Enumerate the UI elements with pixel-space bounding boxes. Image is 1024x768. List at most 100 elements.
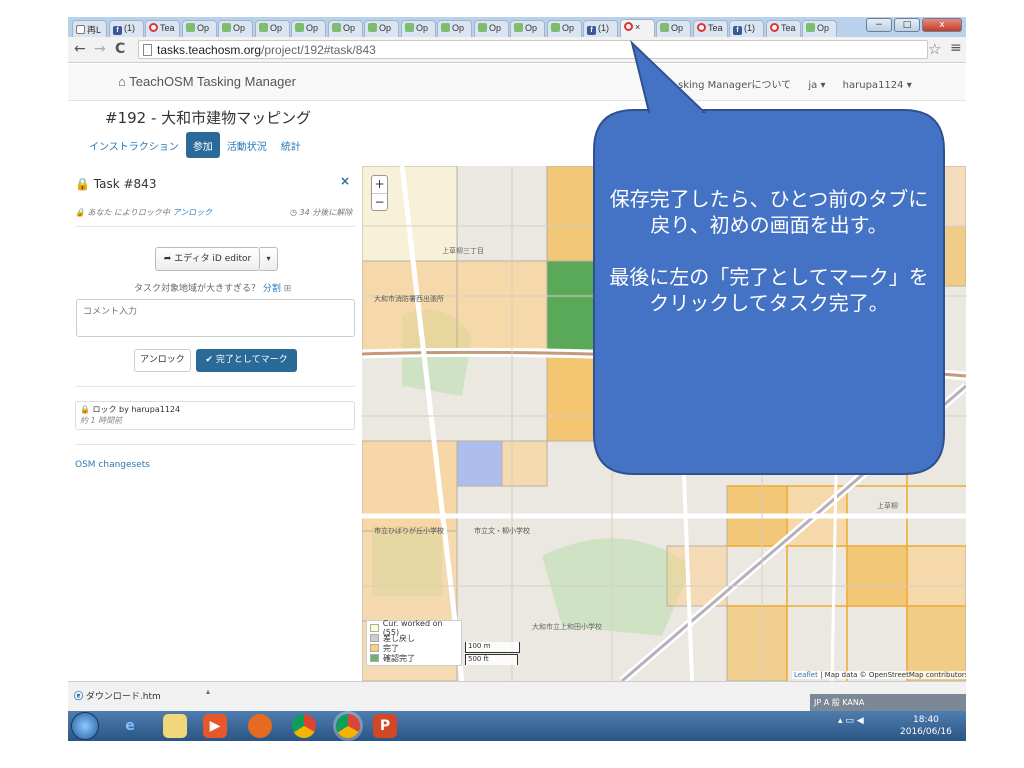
tab-contribute[interactable]: 参加 <box>185 132 220 158</box>
back-button[interactable]: ← <box>74 41 86 57</box>
legend-row: Cur. worked on (55) <box>370 619 458 637</box>
firefox-icon[interactable] <box>248 714 272 738</box>
project-tabs: インストラクション 参加 活動状況 統計 <box>82 132 308 158</box>
app-navbar: ⌂ TeachOSM Tasking Manager sking Manager… <box>68 64 966 101</box>
browser-tab[interactable]: Op <box>182 20 217 37</box>
editor-button[interactable]: ➦ エディタ iD editor <box>155 247 260 271</box>
browser-tab[interactable]: Op <box>401 20 436 37</box>
ie-file-icon: ⓔ <box>74 692 84 702</box>
leaflet-link[interactable]: Leaflet <box>794 671 818 679</box>
tab-instructions[interactable]: インストラクション <box>82 132 186 158</box>
url-field[interactable]: tasks.teachosm.org/project/192#task/843 <box>138 40 928 59</box>
unlock-button[interactable]: アンロック <box>134 349 191 372</box>
editor-button-label: エディタ iD editor <box>174 254 252 264</box>
ime-bar[interactable]: JP A 般 KANA <box>810 694 966 711</box>
browser-menu-icon[interactable]: ≡ <box>950 40 962 56</box>
brand-link[interactable]: ⌂ TeachOSM Tasking Manager <box>118 74 296 89</box>
browser-tab-label: (1) <box>744 23 755 33</box>
browser-tab[interactable]: Op <box>255 20 290 37</box>
browser-tab[interactable]: Op <box>218 20 253 37</box>
browser-tab-label: Op <box>379 23 392 33</box>
lock-expiry: ◷ 34 分後に解除 <box>290 207 352 218</box>
browser-tab-label: Op <box>489 23 502 33</box>
lock-icon: 🔒 <box>75 177 90 191</box>
about-link[interactable]: sking Managerについて <box>678 80 791 91</box>
browser-tab[interactable]: f (1) <box>583 20 618 37</box>
browser-tab-label: Op <box>343 23 356 33</box>
doc-tab-icon <box>76 25 85 34</box>
ie-icon[interactable]: e <box>118 714 142 738</box>
map-label: 上草柳三丁目 <box>442 247 484 255</box>
browser-tab[interactable]: Op <box>364 20 399 37</box>
close-window-button[interactable]: x <box>922 18 962 32</box>
osm-tab-icon <box>368 23 377 32</box>
zoom-out-button[interactable]: − <box>372 193 387 210</box>
home-icon: ⌂ <box>118 74 126 89</box>
browser-tab[interactable]: Tea <box>766 20 801 37</box>
map-label: 大和市立上和田小学校 <box>532 623 602 631</box>
browser-tab[interactable]: Op <box>328 20 363 37</box>
browser-tab[interactable]: Op <box>547 20 582 37</box>
zoom-in-button[interactable]: + <box>372 176 387 193</box>
zoom-control: + − <box>371 175 388 211</box>
download-item[interactable]: ⓔ ダウンロード.htm <box>74 687 214 707</box>
map-label: 上草柳 <box>877 502 898 510</box>
language-menu[interactable]: ja ▾ <box>808 80 825 91</box>
clock-time: 18:40 <box>912 715 939 725</box>
browser-tab[interactable]: Tea <box>693 20 728 37</box>
network-icon[interactable]: ▭ <box>845 716 854 726</box>
browser-tab[interactable]: f (1) <box>109 20 144 37</box>
browser-tab[interactable]: Op <box>474 20 509 37</box>
media-player-icon[interactable]: ▶ <box>203 714 227 738</box>
legend-swatch <box>370 624 379 632</box>
close-task-button[interactable]: × <box>340 174 350 188</box>
scale-imperial: 500 ft <box>465 654 518 665</box>
chrome-icon[interactable] <box>292 714 316 738</box>
user-menu[interactable]: harupa1124 ▾ <box>843 80 912 91</box>
system-tray: ▴ ▭ ◀ <box>838 716 864 726</box>
tab-activity[interactable]: 活動状況 <box>220 132 274 158</box>
lock-status-text: あなた によりロック中 <box>87 208 170 217</box>
osm-tab-icon <box>222 23 231 32</box>
browser-tab[interactable]: Tea <box>145 20 180 37</box>
download-menu-button[interactable]: ▴ <box>206 687 210 696</box>
browser-tab[interactable]: f (1) <box>729 20 764 37</box>
browser-tab-label: Tea <box>160 23 175 33</box>
browser-tab-label: Op <box>197 23 210 33</box>
mark-done-button[interactable]: ✔ 完了としてマーク <box>196 349 297 372</box>
minimize-window-button[interactable]: − <box>866 18 892 32</box>
forward-button[interactable]: → <box>94 41 106 57</box>
tab-stats[interactable]: 統計 <box>274 132 308 158</box>
start-button[interactable] <box>71 712 99 740</box>
bookmark-star-icon[interactable]: ☆ <box>928 40 941 58</box>
browser-tab[interactable]: Op <box>291 20 326 37</box>
editor-dropdown-button[interactable]: ▾ <box>260 247 278 271</box>
browser-tab[interactable]: × <box>620 19 655 37</box>
callout-line: 最後に左の「完了としてマーク」をクリックしてタスク完了。 <box>609 265 929 315</box>
maximize-window-button[interactable]: □ <box>894 18 920 32</box>
browser-tab[interactable]: Op <box>656 20 691 37</box>
osm-changesets-link[interactable]: OSM changesets <box>75 460 150 470</box>
chrome-active-icon[interactable] <box>336 714 360 738</box>
window-controls: − □ x <box>866 18 962 32</box>
browser-tab[interactable]: Op <box>802 20 837 37</box>
map-label: 市立ひばりが丘小学校 <box>374 527 444 535</box>
comment-field[interactable] <box>76 299 355 337</box>
tray-up-icon[interactable]: ▴ <box>838 716 843 726</box>
folder-icon[interactable] <box>163 714 187 738</box>
unlock-link[interactable]: アンロック <box>172 208 212 217</box>
volume-icon[interactable]: ◀ <box>857 716 864 726</box>
split-question: タスク対象地域が大きすぎる？ 分割 ⊞ <box>134 281 291 294</box>
browser-tab[interactable]: Op <box>510 20 545 37</box>
history-time: 約 1 時間前 <box>80 416 123 425</box>
mark-done-label: 完了としてマーク <box>215 355 288 365</box>
powerpoint-icon[interactable]: P <box>373 714 397 738</box>
reload-button[interactable]: C <box>115 41 125 57</box>
lock-expiry-text: 34 分後に解除 <box>299 208 353 217</box>
clock[interactable]: 18:40 2016/06/16 <box>900 714 952 738</box>
split-icon: ⊞ <box>283 284 292 294</box>
instruction-callout: 保存完了したら、ひとつ前のタブに戻り、初めの画面を出す。 最後に左の「完了として… <box>593 39 945 475</box>
browser-tab[interactable]: Op <box>437 20 472 37</box>
split-link[interactable]: 分割 <box>263 284 281 294</box>
browser-tab[interactable]: 再L <box>72 20 107 37</box>
